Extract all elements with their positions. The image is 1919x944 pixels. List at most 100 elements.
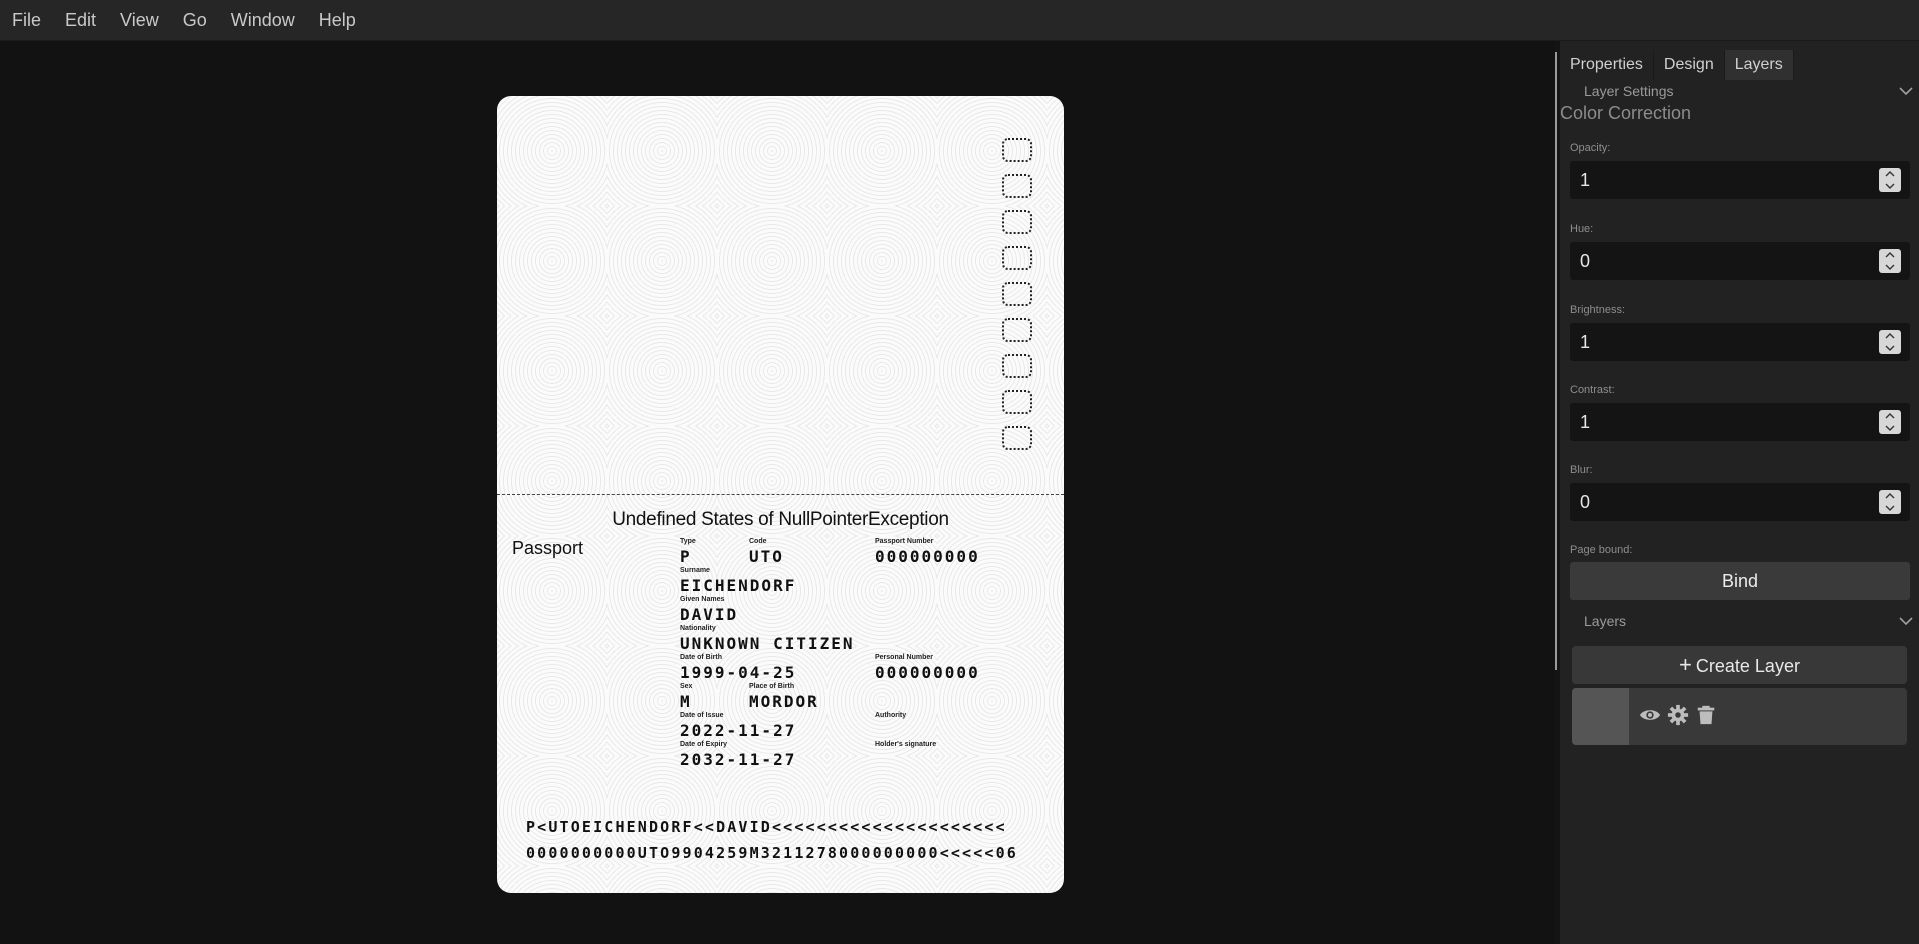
date-of-issue-value[interactable]: 2022-11-27: [680, 721, 796, 740]
chevron-down-icon[interactable]: [1897, 82, 1915, 100]
tab-design[interactable]: Design: [1654, 50, 1725, 80]
spin-down-icon[interactable]: [1884, 262, 1896, 272]
date-of-birth-label: Date of Birth: [680, 654, 722, 661]
hue-group: Hue: 0: [1570, 222, 1910, 280]
layers-label: Layers: [1584, 613, 1627, 629]
nationality-label: Nationality: [680, 625, 716, 632]
personal-number-value[interactable]: 000000000: [875, 663, 980, 682]
place-of-birth-value[interactable]: MORDOR: [749, 692, 819, 711]
holder-signature-label: Holder's signature: [875, 741, 937, 748]
passport-number-value[interactable]: 000000000: [875, 547, 980, 566]
create-layer-label: Create Layer: [1695, 656, 1800, 676]
hue-label: Hue:: [1570, 223, 1594, 235]
blur-input[interactable]: 0: [1570, 483, 1910, 521]
plus-icon: +: [1679, 652, 1692, 677]
passport-page[interactable]: Undefined States of NullPointerException…: [497, 96, 1064, 893]
perforation-mark: [1002, 138, 1032, 162]
layers-header[interactable]: Layers: [1560, 610, 1919, 632]
menu-edit[interactable]: Edit: [53, 0, 108, 40]
opacity-label: Opacity:: [1570, 142, 1611, 154]
brightness-label: Brightness:: [1570, 304, 1626, 316]
menu-view[interactable]: View: [108, 0, 171, 40]
type-label: Type: [680, 538, 696, 545]
side-panel: Properties Design Layers Layer Settings …: [1560, 41, 1919, 944]
sex-value[interactable]: M: [680, 692, 692, 711]
gear-icon[interactable]: [1667, 704, 1689, 726]
spin-down-icon[interactable]: [1884, 423, 1896, 433]
contrast-group: Contrast: 1: [1570, 383, 1910, 441]
type-value[interactable]: P: [680, 547, 692, 566]
tab-layers[interactable]: Layers: [1724, 50, 1794, 80]
given-names-label: Given Names: [680, 596, 725, 603]
spin-up-icon[interactable]: [1884, 411, 1896, 421]
contrast-value: 1: [1580, 412, 1591, 432]
spin-down-icon[interactable]: [1884, 343, 1896, 353]
spin-down-icon[interactable]: [1884, 181, 1896, 191]
page-bound-group: Page bound:: [1570, 543, 1910, 557]
spin-up-icon[interactable]: [1884, 331, 1896, 341]
contrast-input[interactable]: 1: [1570, 403, 1910, 441]
blur-label: Blur:: [1570, 464, 1593, 476]
menu-go[interactable]: Go: [171, 0, 219, 40]
spin-down-icon[interactable]: [1884, 503, 1896, 513]
brightness-spinner[interactable]: [1879, 330, 1901, 354]
trash-icon[interactable]: [1695, 704, 1717, 726]
place-of-birth-label: Place of Birth: [749, 683, 795, 690]
tab-properties[interactable]: Properties: [1560, 50, 1654, 80]
menu-file[interactable]: File: [0, 0, 53, 40]
mrz-line-2: 0000000000UTO9904259M3211278000000000<<<…: [526, 844, 1018, 862]
document-type-label: Passport: [512, 538, 584, 558]
contrast-label: Contrast:: [1570, 384, 1615, 396]
spin-up-icon[interactable]: [1884, 250, 1896, 260]
date-of-birth-value[interactable]: 1999-04-25: [680, 663, 796, 682]
blur-group: Blur: 0: [1570, 463, 1910, 521]
opacity-group: Opacity: 1: [1570, 141, 1910, 199]
perforation-mark: [1002, 282, 1032, 306]
code-label: Code: [749, 538, 767, 545]
perforation-mark: [1002, 354, 1032, 378]
perforation-mark: [1002, 210, 1032, 234]
spin-up-icon[interactable]: [1884, 491, 1896, 501]
chevron-down-icon[interactable]: [1897, 612, 1915, 630]
opacity-spinner[interactable]: [1879, 168, 1901, 192]
panel-resize-handle[interactable]: [1555, 52, 1557, 670]
perforation-column: [1002, 138, 1036, 462]
create-layer-button[interactable]: + Create Layer: [1572, 646, 1907, 684]
hue-value: 0: [1580, 251, 1591, 271]
date-of-issue-label: Date of Issue: [680, 712, 724, 719]
issuing-country: Undefined States of NullPointerException: [612, 509, 949, 530]
menu-window[interactable]: Window: [219, 0, 307, 40]
perforation-mark: [1002, 318, 1032, 342]
blur-spinner[interactable]: [1879, 490, 1901, 514]
layer-thumbnail[interactable]: [1572, 688, 1629, 745]
visa-page-area: [497, 96, 1064, 494]
brightness-input[interactable]: 1: [1570, 323, 1910, 361]
bind-button[interactable]: Bind: [1570, 562, 1910, 600]
mrz-line-1: P<UTOEICHENDORF<<DAVID<<<<<<<<<<<<<<<<<<…: [526, 818, 1007, 836]
hue-spinner[interactable]: [1879, 249, 1901, 273]
layer-settings-header[interactable]: Layer Settings: [1560, 80, 1919, 102]
spin-up-icon[interactable]: [1884, 169, 1896, 179]
blur-value: 0: [1580, 492, 1591, 512]
date-of-expiry-label: Date of Expiry: [680, 741, 728, 748]
code-value[interactable]: UTO: [749, 547, 784, 566]
given-names-value[interactable]: DAVID: [680, 605, 738, 624]
brightness-group: Brightness: 1: [1570, 303, 1910, 361]
page-bound-label: Page bound:: [1570, 544, 1633, 556]
passport-number-label: Passport Number: [875, 538, 934, 545]
color-correction-title: Color Correction: [1560, 103, 1692, 123]
brightness-value: 1: [1580, 332, 1591, 352]
sex-label: Sex: [680, 683, 693, 690]
authority-label: Authority: [875, 712, 907, 719]
layer-item[interactable]: [1572, 688, 1907, 745]
surname-value[interactable]: EICHENDORF: [680, 576, 796, 595]
fold-line: [497, 494, 1064, 495]
contrast-spinner[interactable]: [1879, 410, 1901, 434]
menu-help[interactable]: Help: [307, 0, 368, 40]
personal-number-label: Personal Number: [875, 654, 933, 661]
date-of-expiry-value[interactable]: 2032-11-27: [680, 750, 796, 769]
nationality-value[interactable]: UNKNOWN CITIZEN: [680, 634, 855, 653]
hue-input[interactable]: 0: [1570, 242, 1910, 280]
eye-icon[interactable]: [1639, 704, 1661, 726]
opacity-input[interactable]: 1: [1570, 161, 1910, 199]
